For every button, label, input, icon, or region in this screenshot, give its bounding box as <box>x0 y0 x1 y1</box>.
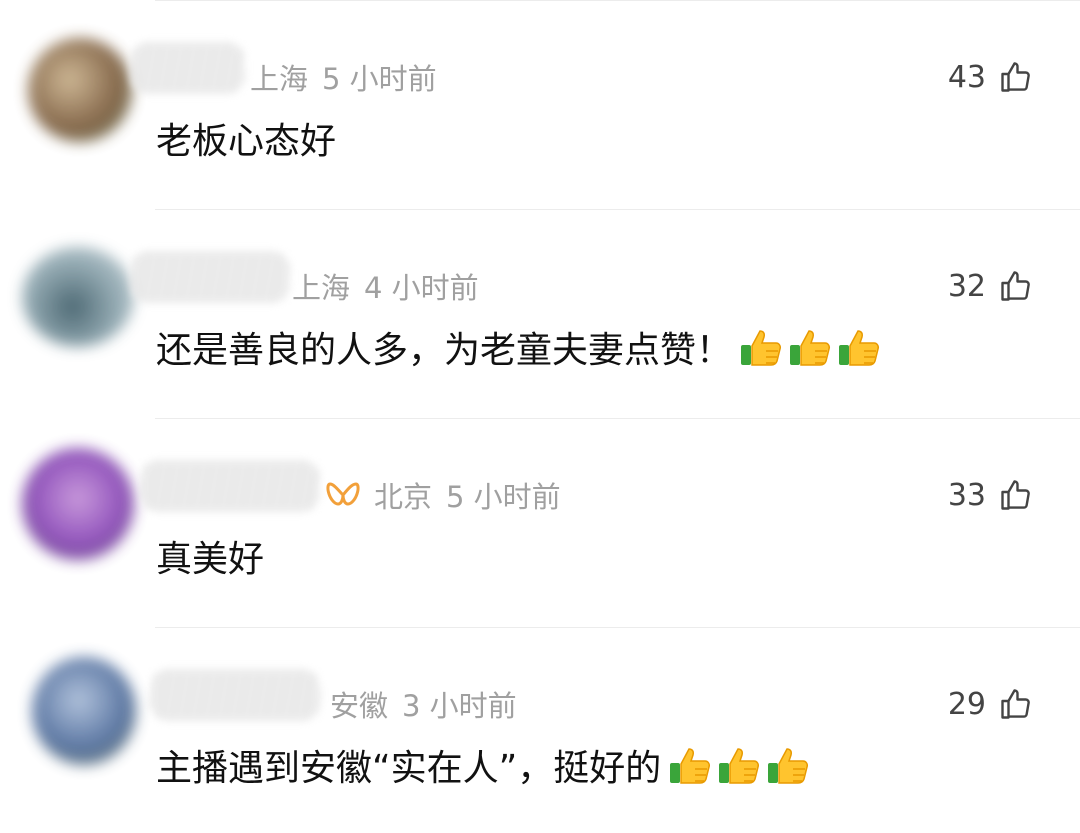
timestamp: 3 小时前 <box>402 689 517 723</box>
thumbs-up-emoji-icon <box>768 748 809 784</box>
comment-divider <box>155 209 1080 210</box>
avatar[interactable] <box>22 247 134 347</box>
comment-text: 还是善良的人多，为老童夫妻点赞！ <box>156 321 883 373</box>
location-label: 北京 <box>374 480 433 514</box>
like-count: 32 <box>947 268 986 304</box>
timestamp: 5 小时前 <box>446 480 561 514</box>
thumbs-up-icon[interactable] <box>998 59 1034 95</box>
location-label: 上海 <box>292 271 351 305</box>
like-button[interactable]: 29 <box>948 683 1034 725</box>
thumbs-up-icon[interactable] <box>998 686 1034 722</box>
comment-text: 真美好 <box>156 530 264 582</box>
timestamp: 5 小时前 <box>322 62 437 96</box>
like-count: 33 <box>947 477 986 513</box>
comment-divider <box>155 0 1080 1</box>
avatar[interactable] <box>32 657 136 765</box>
thumbs-up-emoji-icon <box>790 330 831 366</box>
avatar[interactable] <box>22 448 134 560</box>
thumbs-up-icon[interactable] <box>998 268 1034 304</box>
comment-meta: 北京 5 小时前 <box>326 475 561 515</box>
comment-item: 安徽 3 小时前 29 主播遇到安徽“实在人”，挺好的 <box>0 627 1080 833</box>
avatar[interactable] <box>28 38 132 142</box>
orange-ribbon-badge-icon <box>326 482 360 506</box>
username-redacted[interactable] <box>140 460 320 512</box>
thumbs-up-emoji-icon <box>670 748 711 784</box>
thumbs-up-emoji-icon <box>741 330 782 366</box>
comment-item: 北京 5 小时前 33 真美好 <box>0 418 1080 627</box>
comment-text-content: 主播遇到安徽“实在人”，挺好的 <box>156 748 662 789</box>
comment-text-content: 老板心态好 <box>156 121 337 162</box>
emoji-group <box>665 743 812 787</box>
comment-text-content: 还是善良的人多，为老童夫妻点赞！ <box>156 330 733 371</box>
comment-text-content: 真美好 <box>156 539 265 580</box>
location-label: 上海 <box>250 62 309 96</box>
emoji-group <box>736 325 883 369</box>
comment-divider <box>155 627 1080 628</box>
comment-divider <box>155 418 1080 419</box>
like-button[interactable]: 32 <box>948 265 1034 307</box>
thumbs-up-emoji-icon <box>719 748 760 784</box>
comment-meta: 安徽 3 小时前 <box>330 684 517 724</box>
comment-item: 上海 5 小时前 43 老板心态好 <box>0 0 1080 209</box>
comment-meta: 上海 4 小时前 <box>292 266 479 306</box>
comment-meta: 上海 5 小时前 <box>250 57 437 97</box>
like-count: 29 <box>947 686 986 722</box>
location-label: 安徽 <box>330 689 389 723</box>
comment-item: 上海 4 小时前 32 还是善良的人多，为老童夫妻点赞！ <box>0 209 1080 418</box>
like-count: 43 <box>947 59 986 95</box>
timestamp: 4 小时前 <box>364 271 479 305</box>
username-redacted[interactable] <box>130 42 245 94</box>
like-button[interactable]: 43 <box>948 56 1034 98</box>
username-redacted[interactable] <box>150 669 320 721</box>
comment-text: 主播遇到安徽“实在人”，挺好的 <box>156 739 812 791</box>
like-button[interactable]: 33 <box>948 474 1034 516</box>
thumbs-up-icon[interactable] <box>998 477 1034 513</box>
username-redacted[interactable] <box>130 251 290 303</box>
thumbs-up-emoji-icon <box>839 330 880 366</box>
comment-text: 老板心态好 <box>156 112 336 164</box>
